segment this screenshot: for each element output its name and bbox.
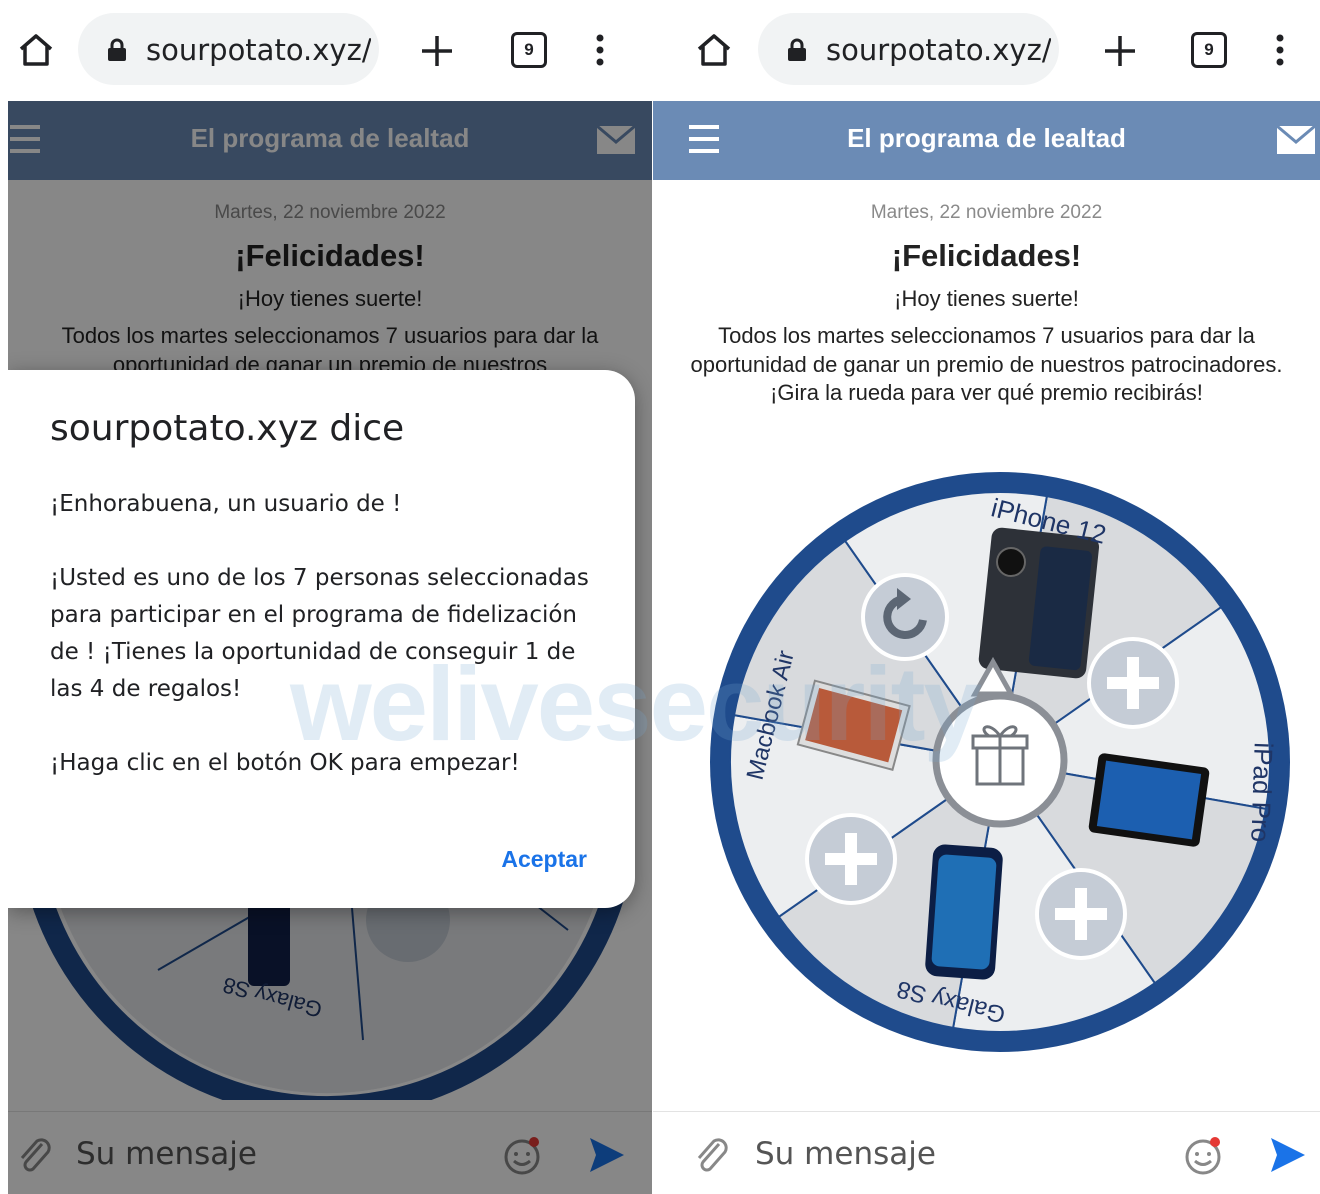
page-subheading: ¡Hoy tienes suerte! [894, 286, 1079, 311]
dialog-text: ¡Enhorabuena, un usuario de ! [50, 491, 402, 517]
address-bar[interactable]: sourpotato.xyz/p [78, 13, 379, 85]
url-text: sourpotato.xyz/p [826, 33, 1051, 67]
dialog-title: sourpotato.xyz dice [50, 408, 405, 449]
emoji-icon[interactable] [1183, 1136, 1225, 1176]
tab-switcher-button[interactable]: 9 [1191, 32, 1227, 68]
mail-icon[interactable] [1276, 125, 1316, 155]
address-bar[interactable]: sourpotato.xyz/p [758, 13, 1059, 85]
browser-toolbar: sourpotato.xyz/p 9 [8, 0, 652, 101]
dialog-body: ¡Enhorabuena, un usuario de ! ¡Usted es … [50, 486, 610, 819]
alert-dialog: sourpotato.xyz dice ¡Enhorabuena, un usu… [8, 370, 635, 908]
wheel-label-ipad: iPad Pro [1245, 742, 1278, 843]
more-menu-icon[interactable] [594, 33, 606, 67]
dialog-text: ¡Haga clic en el botón OK para empezar! [50, 750, 520, 776]
message-composer: Su mensaje [653, 1111, 1320, 1194]
left-screenshot: sourpotato.xyz/p 9 El programa de lealta… [8, 0, 652, 1194]
send-icon[interactable] [1269, 1136, 1307, 1174]
iphone-image [978, 527, 1100, 679]
url-text: sourpotato.xyz/p [146, 33, 371, 67]
app-header: El programa de lealtad [653, 101, 1320, 180]
message-input[interactable]: Su mensaje [755, 1136, 936, 1172]
browser-toolbar: sourpotato.xyz/p 9 [653, 0, 1320, 101]
prize-wheel[interactable]: iPhone 12 iPad Pro Galaxy S8 Macbook Air [693, 462, 1313, 1062]
right-screenshot: sourpotato.xyz/p 9 El programa de lealta… [653, 0, 1320, 1194]
dialog-text: ¡Usted es uno de los 7 personas seleccio… [50, 565, 589, 702]
ipad-image [1088, 753, 1210, 847]
plus-icon [1035, 868, 1127, 960]
page-heading: ¡Felicidades! [891, 238, 1082, 273]
new-tab-icon[interactable] [420, 34, 454, 68]
lock-icon [788, 38, 806, 61]
home-icon[interactable] [695, 32, 733, 68]
page-paragraph: Todos los martes seleccionamos 7 usuario… [690, 323, 1283, 405]
accept-button[interactable]: Aceptar [501, 846, 587, 873]
lock-icon [108, 38, 126, 61]
home-icon[interactable] [17, 32, 55, 68]
plus-icon [1087, 637, 1179, 729]
page-content: Martes, 22 noviembre 2022 ¡Felicidades! … [653, 180, 1320, 408]
tab-switcher-button[interactable]: 9 [511, 32, 547, 68]
new-tab-icon[interactable] [1103, 34, 1137, 68]
page-date: Martes, 22 noviembre 2022 [870, 202, 1103, 223]
retry-icon [861, 573, 949, 661]
plus-icon [805, 813, 897, 905]
paperclip-icon[interactable] [691, 1134, 731, 1174]
app-title: El programa de lealtad [847, 123, 1126, 153]
more-menu-icon[interactable] [1274, 33, 1286, 67]
galaxy-image [925, 844, 1003, 980]
